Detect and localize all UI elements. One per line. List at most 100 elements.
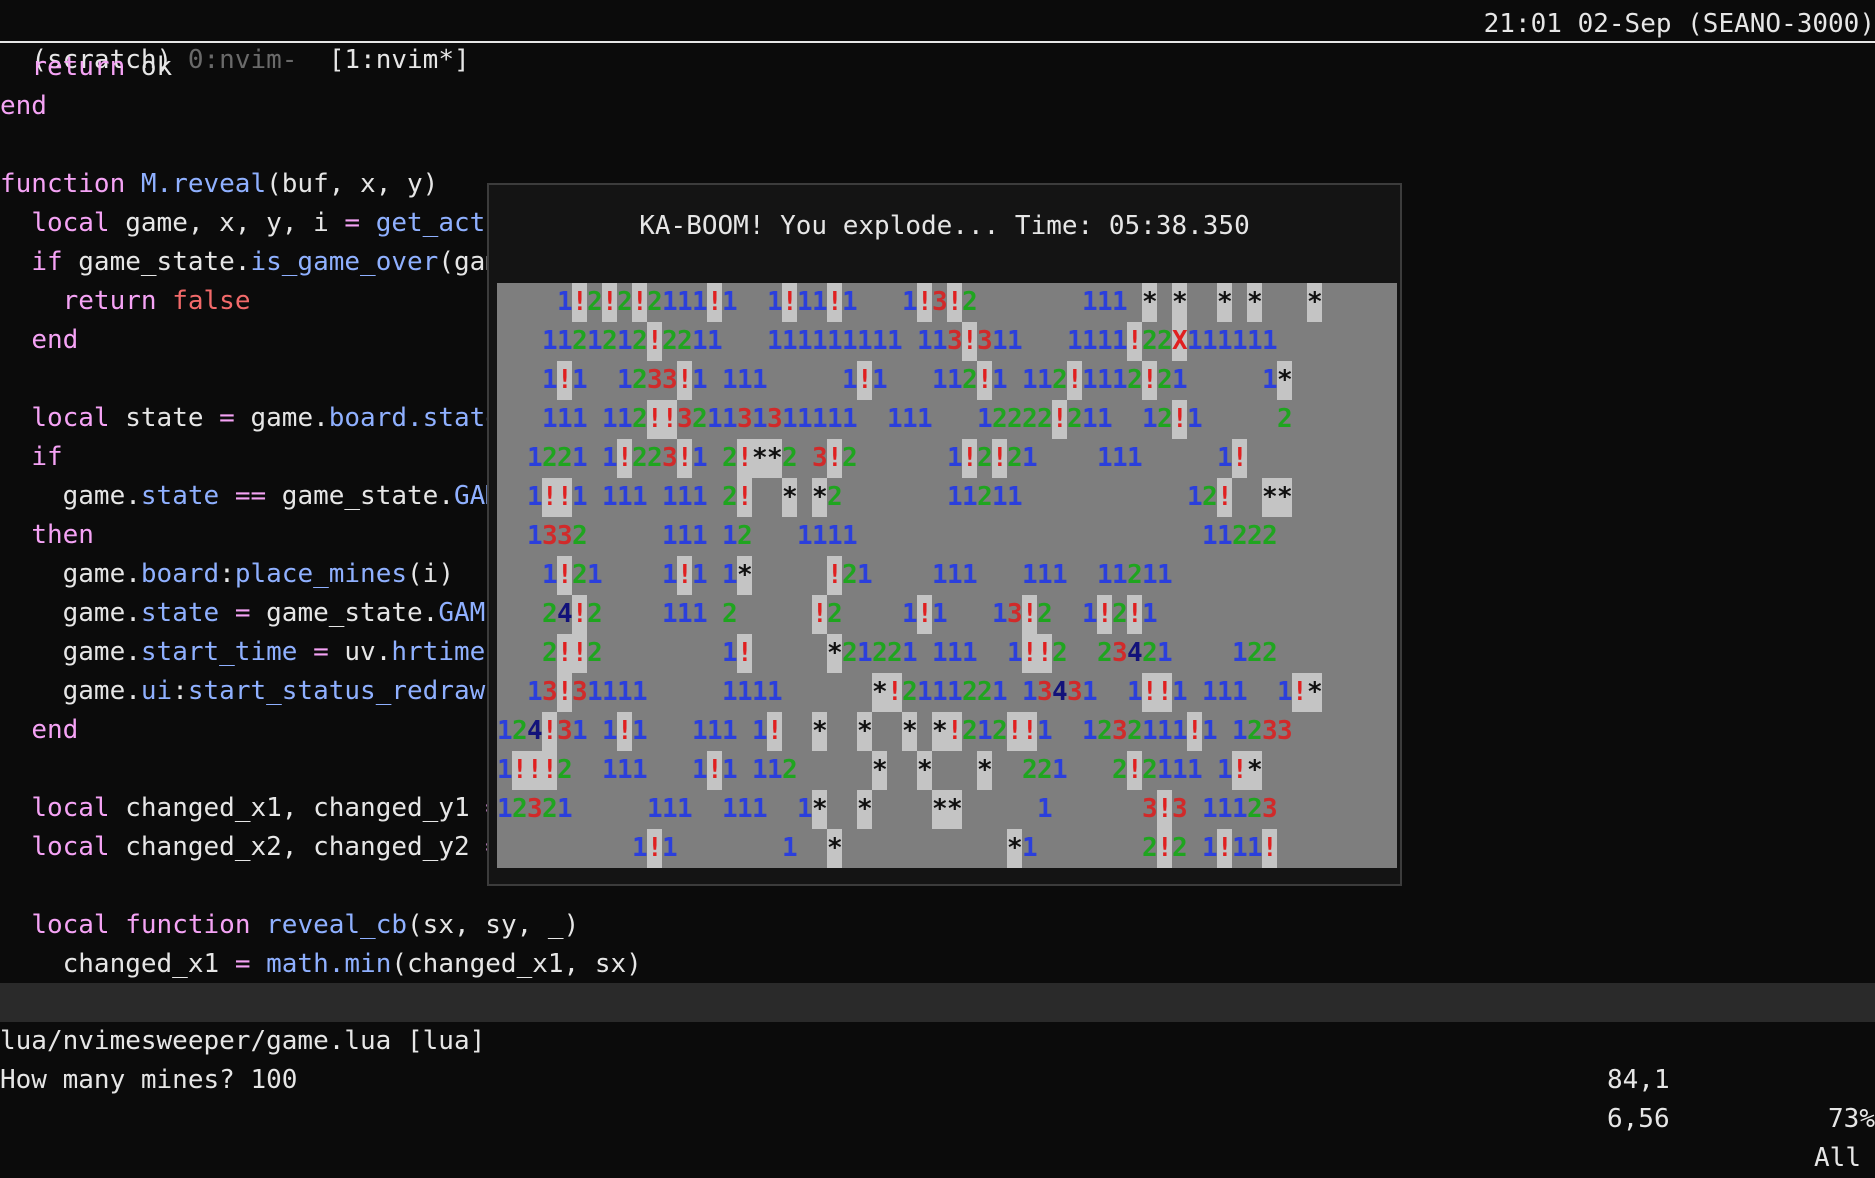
number-cell[interactable]: 3 <box>572 673 588 712</box>
number-cell[interactable]: 1 <box>527 439 543 478</box>
number-cell[interactable]: 2 <box>1127 556 1143 595</box>
number-cell[interactable]: 2 <box>782 751 798 790</box>
number-cell[interactable]: 1 <box>1217 673 1233 712</box>
number-cell[interactable]: 1 <box>572 361 588 400</box>
number-cell[interactable]: 1 <box>1037 556 1053 595</box>
number-cell[interactable]: 3 <box>812 439 828 478</box>
number-cell[interactable]: 2 <box>722 439 738 478</box>
flag-cell[interactable]: ! <box>707 283 723 322</box>
flag-cell[interactable]: ! <box>677 361 693 400</box>
code-line[interactable]: game.start_time = uv.hrtime( <box>0 633 501 672</box>
number-cell[interactable]: 1 <box>992 673 1008 712</box>
mine-cell[interactable]: * <box>917 751 933 790</box>
flag-cell[interactable]: ! <box>1142 673 1158 712</box>
number-cell[interactable]: 1 <box>917 400 933 439</box>
number-cell[interactable]: 2 <box>512 712 528 751</box>
number-cell[interactable]: 1 <box>617 322 633 361</box>
number-cell[interactable]: 1 <box>602 751 618 790</box>
number-cell[interactable]: 1 <box>602 478 618 517</box>
number-cell[interactable]: 2 <box>617 283 633 322</box>
minesweeper-board[interactable]: 1! 2! 2! 2 1 1 1! 1 1! 1 1! 1 1! 3! 2 1 1 1 * * * * * 1 1 2 1 2 1 2! 2… <box>497 283 1397 868</box>
number-cell[interactable]: 1 <box>737 790 753 829</box>
flag-cell[interactable]: ! <box>542 712 558 751</box>
flag-cell[interactable]: ! <box>512 751 528 790</box>
number-cell[interactable]: 1 <box>497 790 513 829</box>
number-cell[interactable]: 1 <box>692 517 708 556</box>
number-cell[interactable]: 1 <box>572 478 588 517</box>
number-cell[interactable]: 1 <box>977 712 993 751</box>
mine-cell[interactable]: * <box>1217 283 1233 322</box>
number-cell[interactable]: 1 <box>872 361 888 400</box>
number-cell[interactable]: 3 <box>662 361 678 400</box>
number-cell[interactable]: 1 <box>1232 673 1248 712</box>
number-cell[interactable]: 2 <box>1247 712 1263 751</box>
number-cell[interactable]: 1 <box>692 712 708 751</box>
number-cell[interactable]: 1 <box>797 790 813 829</box>
number-cell[interactable]: 1 <box>1232 790 1248 829</box>
number-cell[interactable]: 1 <box>722 790 738 829</box>
number-cell[interactable]: 1 <box>572 712 588 751</box>
number-cell[interactable]: 2 <box>602 322 618 361</box>
number-cell[interactable]: 2 <box>542 634 558 673</box>
number-cell[interactable]: 2 <box>872 634 888 673</box>
number-cell[interactable]: 1 <box>1187 322 1203 361</box>
number-cell[interactable]: 3 <box>542 673 558 712</box>
mine-cell[interactable]: * <box>1172 283 1188 322</box>
number-cell[interactable]: 1 <box>692 478 708 517</box>
code-line[interactable]: local changed_x2, changed_y2 = <box>0 828 501 867</box>
number-cell[interactable]: 1 <box>1022 439 1038 478</box>
number-cell[interactable]: 1 <box>557 790 573 829</box>
flag-cell[interactable]: ! <box>542 751 558 790</box>
number-cell[interactable]: 1 <box>1022 361 1038 400</box>
flag-cell[interactable]: ! <box>1127 595 1143 634</box>
number-cell[interactable]: 1 <box>1142 400 1158 439</box>
number-cell[interactable]: 1 <box>1097 322 1113 361</box>
number-cell[interactable]: 2 <box>1112 751 1128 790</box>
code-line[interactable]: game.board:place_mines(i) <box>0 555 454 594</box>
number-cell[interactable]: 2 <box>1142 322 1158 361</box>
number-cell[interactable]: 3 <box>677 400 693 439</box>
number-cell[interactable]: 1 <box>497 751 513 790</box>
number-cell[interactable]: 1 <box>932 634 948 673</box>
number-cell[interactable]: 1 <box>962 634 978 673</box>
number-cell[interactable]: 2 <box>572 322 588 361</box>
number-cell[interactable]: 1 <box>932 322 948 361</box>
number-cell[interactable]: 1 <box>692 283 708 322</box>
number-cell[interactable]: 1 <box>1277 673 1293 712</box>
number-cell[interactable]: 1 <box>1217 517 1233 556</box>
number-cell[interactable]: 1 <box>1247 829 1263 868</box>
number-cell[interactable]: 3 <box>932 283 948 322</box>
number-cell[interactable]: 4 <box>527 712 543 751</box>
number-cell[interactable]: 2 <box>992 712 1008 751</box>
flag-cell[interactable]: ! <box>677 556 693 595</box>
number-cell[interactable]: 1 <box>827 517 843 556</box>
number-cell[interactable]: 1 <box>677 790 693 829</box>
number-cell[interactable]: 1 <box>722 517 738 556</box>
number-cell[interactable]: 2 <box>1247 790 1263 829</box>
number-cell[interactable]: 1 <box>1202 322 1218 361</box>
mine-cell[interactable]: * <box>1142 283 1158 322</box>
number-cell[interactable]: 1 <box>752 712 768 751</box>
number-cell[interactable]: 2 <box>1142 751 1158 790</box>
number-cell[interactable]: 1 <box>902 634 918 673</box>
number-cell[interactable]: 1 <box>1067 322 1083 361</box>
number-cell[interactable]: 1 <box>692 595 708 634</box>
number-cell[interactable]: 2 <box>902 673 918 712</box>
number-cell[interactable]: 1 <box>947 478 963 517</box>
number-cell[interactable]: 2 <box>722 595 738 634</box>
number-cell[interactable]: 1 <box>707 400 723 439</box>
flag-cell[interactable]: ! <box>962 322 978 361</box>
number-cell[interactable]: 1 <box>917 322 933 361</box>
number-cell[interactable]: 1 <box>1157 712 1173 751</box>
number-cell[interactable]: 3 <box>767 400 783 439</box>
number-cell[interactable]: 1 <box>1217 751 1233 790</box>
number-cell[interactable]: 1 <box>932 361 948 400</box>
number-cell[interactable]: 1 <box>917 673 933 712</box>
number-cell[interactable]: 1 <box>947 556 963 595</box>
number-cell[interactable]: 1 <box>857 556 873 595</box>
number-cell[interactable]: 1 <box>632 751 648 790</box>
number-cell[interactable]: 1 <box>1172 673 1188 712</box>
flag-cell[interactable]: ! <box>647 322 663 361</box>
number-cell[interactable]: 2 <box>1232 517 1248 556</box>
number-cell[interactable]: 1 <box>1142 556 1158 595</box>
